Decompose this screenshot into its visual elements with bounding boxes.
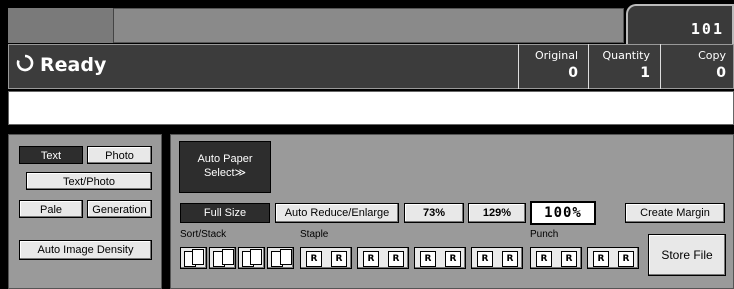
rotate-stack-icon[interactable]	[267, 247, 294, 269]
auto-paper-select-line1: Auto Paper	[197, 153, 253, 165]
staple-top-left-icon[interactable]: RR	[300, 247, 352, 269]
preset-73-button[interactable]: 73%	[404, 203, 464, 223]
original-label: Original	[534, 49, 578, 62]
copy-count: Copy 0	[660, 44, 734, 89]
preset-129-button[interactable]: 129%	[468, 203, 526, 223]
staple-label: Staple	[300, 229, 329, 240]
generation-mode-button[interactable]: Generation	[87, 200, 152, 218]
stack-icon[interactable]	[238, 247, 265, 269]
quantity-value: 1	[640, 65, 650, 81]
punch-label: Punch	[530, 229, 559, 240]
punch-top-icon[interactable]: RR	[587, 247, 639, 269]
store-file-button[interactable]: Store File	[648, 234, 726, 276]
copy-value: 0	[716, 65, 726, 81]
original-count: Original 0	[518, 44, 586, 89]
ready-circle-icon	[16, 54, 34, 72]
punch-left-icon[interactable]: RR	[530, 247, 582, 269]
auto-paper-select-line2: Select≫	[203, 167, 247, 179]
sort-icon[interactable]	[180, 247, 207, 269]
ratio-display: 100%	[530, 201, 596, 225]
text-mode-button[interactable]: Text	[19, 146, 83, 164]
staple-top-two-icon[interactable]: RR	[414, 247, 466, 269]
rotate-sort-icon[interactable]	[209, 247, 236, 269]
quantity-label: Quantity	[602, 49, 650, 62]
ready-status-text: Ready	[40, 54, 107, 76]
quantity-count: Quantity 1	[588, 44, 658, 89]
full-size-button[interactable]: Full Size	[180, 203, 270, 223]
auto-image-density-button[interactable]: Auto Image Density	[19, 240, 152, 260]
copy-label: Copy	[698, 49, 726, 62]
photo-mode-button[interactable]: Photo	[87, 146, 152, 164]
auto-paper-select-button[interactable]: Auto Paper Select≫	[179, 141, 271, 193]
staple-left-two-icon[interactable]: RR	[471, 247, 523, 269]
original-value: 0	[568, 65, 578, 81]
counter-display: 101	[626, 4, 734, 44]
staple-top-left-slant-icon[interactable]: RR	[357, 247, 409, 269]
sort-stack-label: Sort/Stack	[180, 229, 227, 240]
text-photo-mode-button[interactable]: Text/Photo	[26, 172, 152, 190]
message-field	[8, 91, 734, 125]
top-tab-blank[interactable]	[8, 8, 114, 43]
auto-reduce-enlarge-button[interactable]: Auto Reduce/Enlarge	[275, 203, 399, 223]
pale-mode-button[interactable]: Pale	[19, 200, 83, 218]
create-margin-button[interactable]: Create Margin	[625, 203, 725, 223]
